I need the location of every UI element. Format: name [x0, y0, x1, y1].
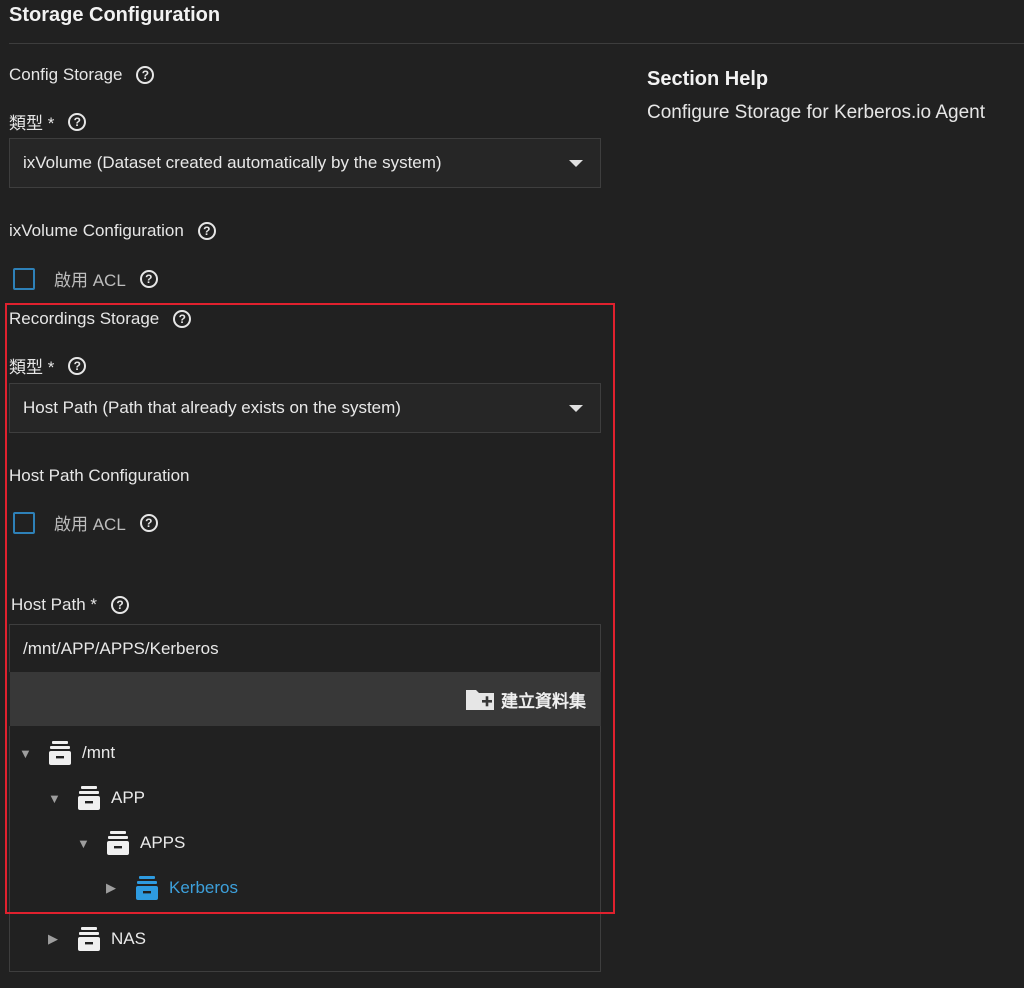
chevron-down-icon: [569, 405, 583, 412]
expand-arrow-icon[interactable]: ▼: [48, 791, 62, 806]
help-icon[interactable]: ?: [173, 310, 192, 328]
recordings-storage-label: Recordings Storage: [9, 309, 160, 328]
tree-node-apps[interactable]: ▼ APPS: [77, 828, 185, 858]
host-path-heading: Host Path * ?: [11, 595, 129, 615]
recordings-storage-heading: Recordings Storage ?: [9, 309, 192, 329]
config-acl-label: 啟用 ACL: [54, 271, 126, 290]
config-acl-row[interactable]: 啟用 ACL ?: [13, 266, 158, 291]
ixvolume-config-heading: ixVolume Configuration ?: [9, 221, 216, 241]
config-type-select[interactable]: ixVolume (Dataset created automatically …: [9, 138, 601, 188]
recordings-type-select[interactable]: Host Path (Path that already exists on t…: [9, 383, 601, 433]
help-icon[interactable]: ?: [136, 66, 155, 84]
tree-node-label: NAS: [111, 929, 146, 948]
config-type-heading: 類型 * ?: [9, 109, 87, 134]
help-icon[interactable]: ?: [111, 596, 129, 614]
help-icon[interactable]: ?: [139, 269, 158, 288]
config-acl-checkbox[interactable]: [13, 267, 35, 290]
help-icon[interactable]: ?: [68, 112, 87, 131]
expand-arrow-icon[interactable]: ▶: [106, 880, 120, 896]
host-path-label: Host Path *: [11, 595, 97, 614]
config-type-label: 類型 *: [9, 114, 55, 133]
create-dataset-label: 建立資料集: [501, 691, 586, 711]
dataset-icon: [78, 786, 100, 810]
config-storage-heading: Config Storage ?: [9, 65, 155, 85]
tree-node-label: APP: [111, 788, 146, 807]
host-path-config-label: Host Path Configuration: [9, 466, 190, 485]
recordings-acl-label: 啟用 ACL: [54, 515, 126, 534]
expand-arrow-icon[interactable]: ▼: [77, 836, 91, 851]
section-help-title: Section Help: [647, 68, 769, 90]
host-path-input[interactable]: /mnt/APP/APPS/Kerberos: [9, 624, 601, 672]
host-path-config-heading: Host Path Configuration: [9, 466, 190, 486]
dataset-icon: [107, 831, 129, 855]
expand-arrow-icon[interactable]: ▶: [48, 931, 62, 947]
create-dataset-button[interactable]: 建立資料集: [465, 687, 586, 712]
section-help-text: Configure Storage for Kerberos.io Agent: [647, 102, 985, 123]
dataset-icon: [78, 927, 100, 951]
folder-plus-icon: [466, 690, 494, 710]
explorer-toolbar: 建立資料集: [10, 672, 601, 726]
recordings-acl-checkbox[interactable]: [13, 511, 35, 534]
tree-node-nas[interactable]: ▶ NAS: [48, 924, 146, 954]
tree-node-kerberos[interactable]: ▶ Kerberos: [106, 873, 238, 903]
recordings-type-heading: 類型 * ?: [9, 353, 87, 378]
help-icon[interactable]: ?: [139, 513, 158, 532]
tree-node-label: APPS: [140, 833, 186, 852]
dataset-icon: [49, 741, 71, 765]
config-storage-label: Config Storage: [9, 65, 123, 84]
ixvolume-config-label: ixVolume Configuration: [9, 221, 184, 240]
help-icon[interactable]: ?: [68, 356, 87, 375]
chevron-down-icon: [569, 160, 583, 167]
recordings-acl-row[interactable]: 啟用 ACL ?: [13, 510, 158, 535]
recordings-type-value: Host Path (Path that already exists on t…: [23, 398, 401, 417]
title-divider: [9, 43, 1024, 44]
tree-node-mnt[interactable]: ▼ /mnt: [19, 738, 115, 768]
page-title: Storage Configuration: [9, 4, 221, 26]
help-icon[interactable]: ?: [197, 222, 216, 240]
recordings-type-label: 類型 *: [9, 358, 55, 377]
tree-node-label: /mnt: [82, 743, 116, 762]
host-path-value: /mnt/APP/APPS/Kerberos: [23, 638, 219, 658]
dataset-icon: [136, 876, 158, 900]
tree-node-label: Kerberos: [169, 878, 238, 897]
config-type-value: ixVolume (Dataset created automatically …: [23, 153, 442, 172]
tree-node-app[interactable]: ▼ APP: [48, 783, 145, 813]
expand-arrow-icon[interactable]: ▼: [19, 746, 33, 761]
